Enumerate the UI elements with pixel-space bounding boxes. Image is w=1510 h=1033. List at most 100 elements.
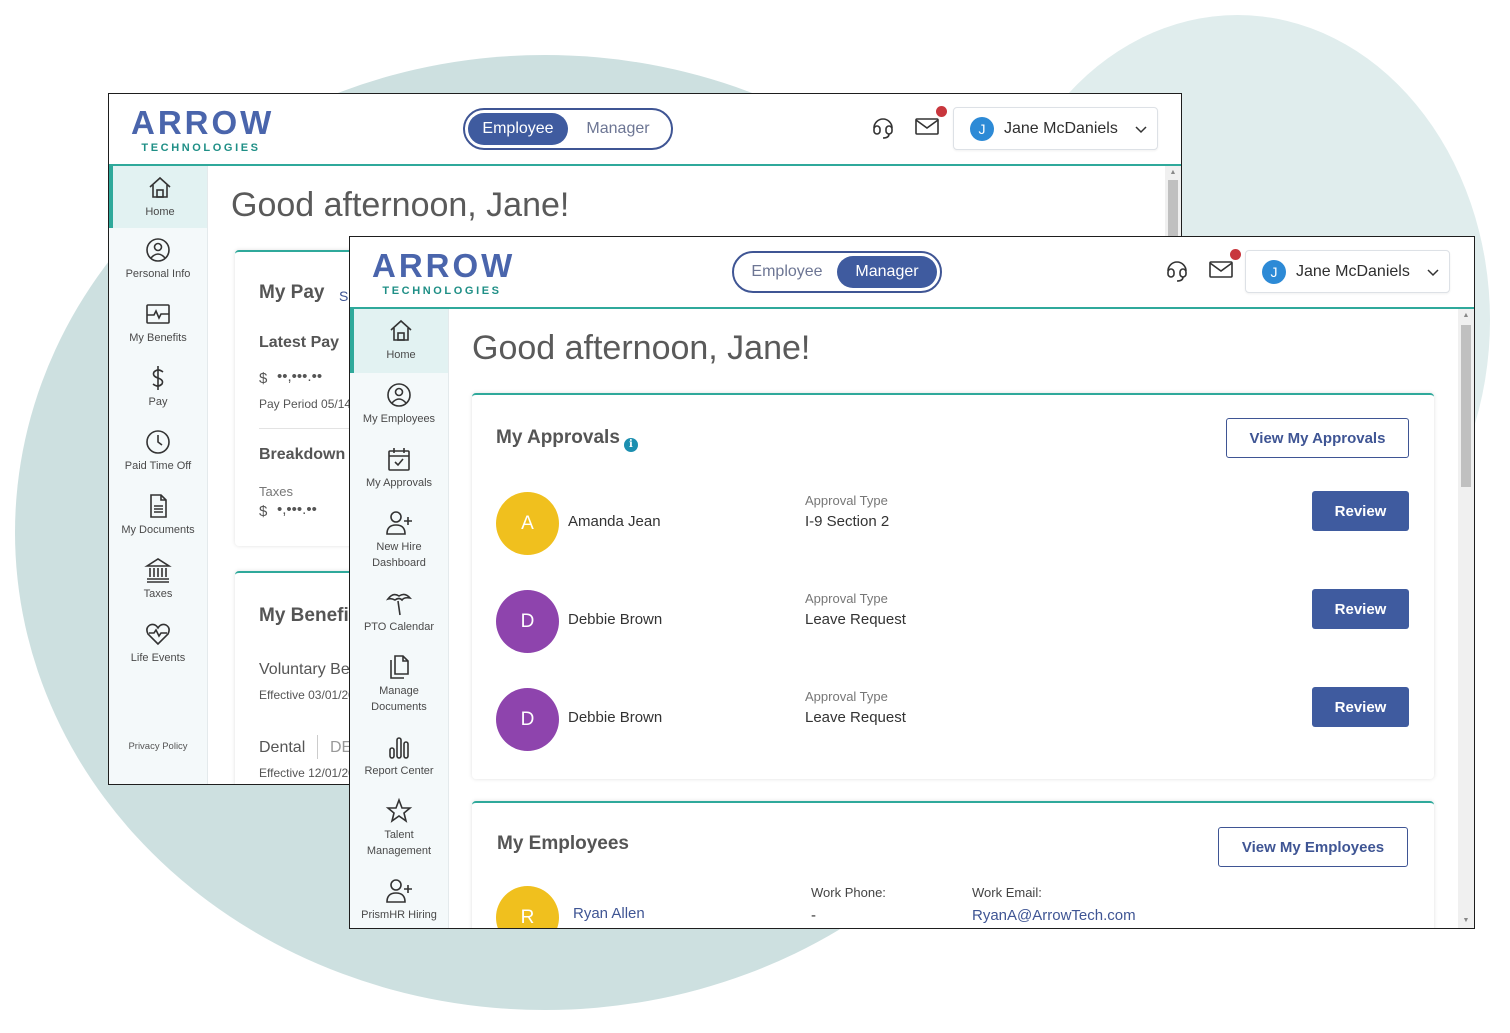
approval-type-value: I-9 Section 2 [805,513,890,530]
sidebar-item-prismhr-hiring[interactable]: PrismHR Hiring [350,869,448,928]
scroll-up-icon[interactable]: ▲ [1165,166,1181,180]
user-menu[interactable]: J Jane McDaniels [953,107,1158,150]
palm-tree-icon [385,589,413,617]
sidebar-item-taxes[interactable]: Taxes [109,548,207,612]
sidebar-item-my-documents[interactable]: My Documents [109,484,207,548]
heart-pulse-icon [144,620,172,648]
mail-icon[interactable] [1207,249,1241,283]
mail-icon[interactable] [913,106,947,140]
user-name: Jane McDaniels [1296,262,1410,280]
nav-label: New Hire Dashboard [372,541,426,569]
sidebar-item-home[interactable]: Home [350,309,448,373]
nav-label: Manage Documents [371,685,427,713]
employee-name: Debbie Brown [568,611,663,628]
sidebar-item-home[interactable]: Home [109,166,207,228]
sidebar-item-talent-management[interactable]: Talent Management [350,789,448,869]
home-icon [387,317,415,345]
employee-name: Debbie Brown [568,709,663,726]
sidebar-item-my-benefits[interactable]: My Benefits [109,292,207,356]
sidebar-item-personal-info[interactable]: Personal Info [109,228,207,292]
avatar: A [496,492,559,555]
nav-label: Taxes [143,588,173,600]
my-pay-title: My Pay [259,282,325,303]
user-avatar: J [970,116,994,141]
currency-symbol: $ [259,370,268,387]
arrow-logo[interactable]: ARROW TECHNOLOGIES [372,247,516,298]
approval-type-value: Leave Request [805,709,906,726]
sidebar: Home Personal Info My Benefits Pay Paid … [109,166,208,784]
logo-subtitle: TECHNOLOGIES [141,142,261,154]
taxes-value: •,•••.•• [277,501,317,518]
work-email-label: Work Email: [972,885,1042,900]
review-button[interactable]: Review [1312,589,1409,629]
nav-label: Life Events [130,652,186,664]
header-icons [869,106,947,140]
scrollbar[interactable]: ▲ ▼ [1458,309,1474,928]
notification-dot [936,106,947,117]
user-plus-icon [385,509,413,537]
role-toggle: Employee Manager [463,108,673,150]
my-benefits-title: My Benefi [259,605,349,626]
work-phone-value: - [811,907,816,924]
sidebar-item-my-approvals[interactable]: My Approvals [350,437,448,501]
avatar: D [496,688,559,751]
toggle-manager[interactable]: Manager [568,113,668,145]
currency-symbol: $ [259,503,268,520]
work-email-link[interactable]: RyanA@ArrowTech.com [972,907,1136,924]
my-approvals-card: My Approvals i View My Approvals A Amanda… [472,393,1434,779]
sidebar-item-new-hire-dashboard[interactable]: New Hire Dashboard [350,501,448,581]
arrow-logo[interactable]: ARROW TECHNOLOGIES [131,106,271,155]
bar-chart-icon [385,733,413,761]
support-headset-icon[interactable] [1163,255,1191,283]
privacy-policy-link[interactable]: Privacy Policy [109,741,207,752]
voluntary-benefit-label: Voluntary Be [259,661,350,678]
latest-pay-label: Latest Pay [259,334,340,351]
approval-row: D Debbie Brown Approval Type Leave Reque… [472,587,1434,657]
scroll-up-icon[interactable]: ▲ [1458,309,1474,323]
review-button[interactable]: Review [1312,491,1409,531]
dental-label: Dental [259,739,306,756]
employee-name-link[interactable]: Ryan Allen [573,905,645,922]
sidebar-item-life-events[interactable]: Life Events [109,612,207,676]
nav-label: Talent Management [366,829,432,857]
clock-icon [144,428,172,456]
sidebar-item-paid-time-off[interactable]: Paid Time Off [109,420,207,484]
toggle-manager[interactable]: Manager [837,256,937,288]
view-my-approvals-button[interactable]: View My Approvals [1226,418,1409,458]
bank-icon [144,556,172,584]
sidebar-item-manage-documents[interactable]: Manage Documents [350,645,448,725]
scroll-thumb[interactable] [1461,325,1471,487]
review-button[interactable]: Review [1312,687,1409,727]
scroll-down-icon[interactable]: ▼ [1458,914,1474,928]
header-icons [1163,249,1241,283]
view-my-employees-button[interactable]: View My Employees [1218,827,1408,867]
notification-dot [1230,249,1241,260]
sidebar-item-pto-calendar[interactable]: PTO Calendar [350,581,448,645]
my-employees-title: My Employees [497,833,629,854]
info-icon[interactable]: i [623,438,638,452]
sidebar-item-my-employees[interactable]: My Employees [350,373,448,437]
support-headset-icon[interactable] [869,112,897,140]
toggle-employee[interactable]: Employee [468,113,568,145]
avatar: D [496,590,559,653]
logo-wordmark: ARROW [372,247,516,284]
breakdown-label: Breakdown [259,446,346,463]
employee-row: R Ryan Allen Work Phone: - Work Email: R… [472,883,1434,928]
user-avatar: J [1262,259,1286,284]
nav-label: Home [386,349,416,361]
greeting-heading: Good afternoon, Jane! [472,329,811,367]
approval-type-value: Leave Request [805,611,906,628]
star-icon [385,797,413,825]
sidebar: Home My Employees My Approvals New Hire … [350,309,449,928]
voluntary-effective-date: Effective 03/01/20 [259,688,355,702]
latest-pay-value: ••,•••.•• [277,368,323,385]
sidebar-item-report-center[interactable]: Report Center [350,725,448,789]
nav-label: Paid Time Off [124,460,192,472]
my-approvals-title: My Approvals i [496,427,638,452]
role-toggle: Employee Manager [732,251,942,293]
calendar-check-icon [385,445,413,473]
user-menu[interactable]: J Jane McDaniels [1245,250,1450,293]
manager-view-window: ARROW TECHNOLOGIES Employee Manager J Ja… [349,236,1475,929]
toggle-employee[interactable]: Employee [737,256,837,288]
sidebar-item-pay[interactable]: Pay [109,356,207,420]
